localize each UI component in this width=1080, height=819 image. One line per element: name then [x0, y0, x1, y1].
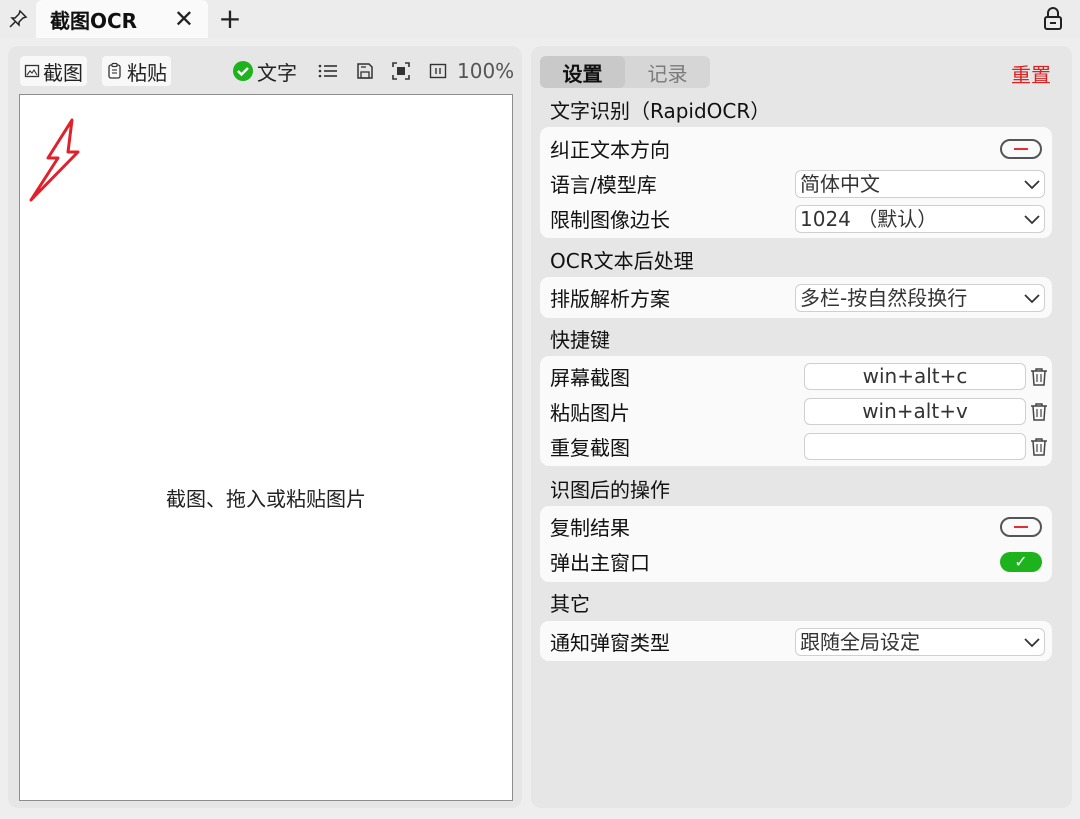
chevron-down-icon: [1024, 635, 1040, 649]
row-hotkey-repeat: 重复截图: [540, 429, 1052, 464]
chevron-down-icon: [1024, 291, 1040, 305]
chevron-down-icon: [1024, 177, 1040, 191]
text-label: 文字: [257, 57, 297, 86]
language-select[interactable]: 简体中文: [795, 170, 1045, 198]
hotkey-screen-input[interactable]: win+alt+c: [804, 363, 1026, 390]
clipboard-icon: [106, 62, 124, 80]
row-notify-type: 通知弹窗类型 跟随全局设定: [540, 624, 1052, 659]
section-hotkeys-title: 快捷键: [550, 324, 610, 353]
post-settings-card: 排版解析方案 多栏-按自然段换行: [540, 277, 1052, 318]
trash-icon[interactable]: [1030, 437, 1048, 457]
settings-panel: 设置 记录 重置 文字识别（RapidOCR） 纠正文本方向 语言/模型库 简体…: [531, 46, 1072, 808]
popup-window-switch[interactable]: ✓: [1000, 552, 1042, 572]
notify-type-value: 跟随全局设定: [800, 630, 920, 654]
row-correct-direction: 纠正文本方向: [540, 131, 1052, 166]
close-icon[interactable]: ✕: [174, 5, 194, 33]
paste-button[interactable]: 粘贴: [102, 56, 171, 86]
image-toolbar: 截图 粘贴 文字: [8, 46, 522, 94]
tab-records[interactable]: 记录: [625, 56, 710, 88]
image-panel: 截图 粘贴 文字: [8, 46, 522, 808]
row-hotkey-screen: 屏幕截图 win+alt+c: [540, 359, 1052, 394]
ocr-settings-card: 纠正文本方向 语言/模型库 简体中文 限制图像边长 1024 （默认）: [540, 127, 1052, 238]
screenshot-button[interactable]: 截图: [20, 56, 87, 86]
check-circle-icon: [232, 60, 254, 82]
limit-size-select[interactable]: 1024 （默认）: [795, 205, 1045, 233]
limit-size-label: 限制图像边长: [550, 204, 670, 233]
language-value: 简体中文: [800, 172, 880, 196]
copy-result-label: 复制结果: [550, 512, 630, 541]
after-actions-card: 复制结果 弹出主窗口 ✓: [540, 506, 1052, 582]
row-layout: 排版解析方案 多栏-按自然段换行: [540, 280, 1052, 315]
zoom-level[interactable]: 100%: [457, 56, 514, 86]
image-icon: [24, 63, 40, 79]
image-drop-area[interactable]: 截图、拖入或粘贴图片: [19, 94, 513, 801]
plus-icon[interactable]: +: [214, 0, 246, 38]
lock-icon[interactable]: [1040, 6, 1066, 32]
hotkey-paste-label: 粘贴图片: [550, 397, 630, 426]
layout-value: 多栏-按自然段换行: [800, 286, 967, 310]
row-hotkey-paste: 粘贴图片 win+alt+v: [540, 394, 1052, 429]
actual-size-icon[interactable]: [429, 62, 447, 80]
limit-size-value: 1024 （默认）: [800, 207, 937, 231]
hotkey-repeat-label: 重复截图: [550, 432, 630, 461]
trash-icon[interactable]: [1030, 402, 1048, 422]
section-post-title: OCR文本后处理: [550, 245, 694, 274]
save-icon[interactable]: [356, 62, 374, 80]
layout-label: 排版解析方案: [550, 283, 670, 312]
row-popup-window: 弹出主窗口 ✓: [540, 544, 1052, 579]
tab-bar: 截图OCR ✕ +: [0, 0, 1080, 38]
section-after-title: 识图后的操作: [550, 474, 670, 503]
settings-tabs: 设置 记录: [540, 56, 710, 88]
chevron-down-icon: [1024, 212, 1040, 226]
red-arrow-annotation: [28, 118, 88, 202]
list-icon[interactable]: [318, 63, 338, 79]
pin-button[interactable]: [0, 0, 36, 38]
hotkey-repeat-input[interactable]: [804, 433, 1026, 460]
fit-screen-icon[interactable]: [392, 62, 410, 80]
pin-icon: [8, 9, 28, 29]
tab-settings[interactable]: 设置: [540, 56, 625, 88]
row-language: 语言/模型库 简体中文: [540, 166, 1052, 201]
tab-title: 截图OCR: [50, 5, 137, 34]
hotkey-paste-input[interactable]: win+alt+v: [804, 398, 1026, 425]
text-toggle[interactable]: 文字: [232, 56, 297, 86]
other-settings-card: 通知弹窗类型 跟随全局设定: [540, 621, 1052, 661]
drop-hint: 截图、拖入或粘贴图片: [20, 483, 512, 512]
trash-icon[interactable]: [1030, 367, 1048, 387]
screenshot-label: 截图: [43, 57, 83, 86]
correct-direction-switch[interactable]: [1000, 139, 1042, 159]
notify-type-select[interactable]: 跟随全局设定: [795, 628, 1045, 656]
hotkeys-card: 屏幕截图 win+alt+c 粘贴图片 win+alt+v 重复截图: [540, 356, 1052, 466]
tab-screenshot-ocr[interactable]: 截图OCR ✕: [36, 0, 208, 38]
correct-direction-label: 纠正文本方向: [550, 134, 670, 163]
copy-result-switch[interactable]: [1000, 517, 1042, 537]
popup-window-label: 弹出主窗口: [550, 547, 650, 576]
row-copy-result: 复制结果: [540, 509, 1052, 544]
section-ocr-title: 文字识别（RapidOCR）: [550, 95, 770, 124]
notify-type-label: 通知弹窗类型: [550, 627, 670, 656]
layout-select[interactable]: 多栏-按自然段换行: [795, 284, 1045, 312]
hotkey-screen-label: 屏幕截图: [550, 362, 630, 391]
section-other-title: 其它: [550, 588, 590, 617]
reset-button[interactable]: 重置: [1011, 59, 1051, 88]
language-label: 语言/模型库: [550, 169, 657, 198]
paste-label: 粘贴: [127, 57, 167, 86]
row-limit-size: 限制图像边长 1024 （默认）: [540, 201, 1052, 236]
